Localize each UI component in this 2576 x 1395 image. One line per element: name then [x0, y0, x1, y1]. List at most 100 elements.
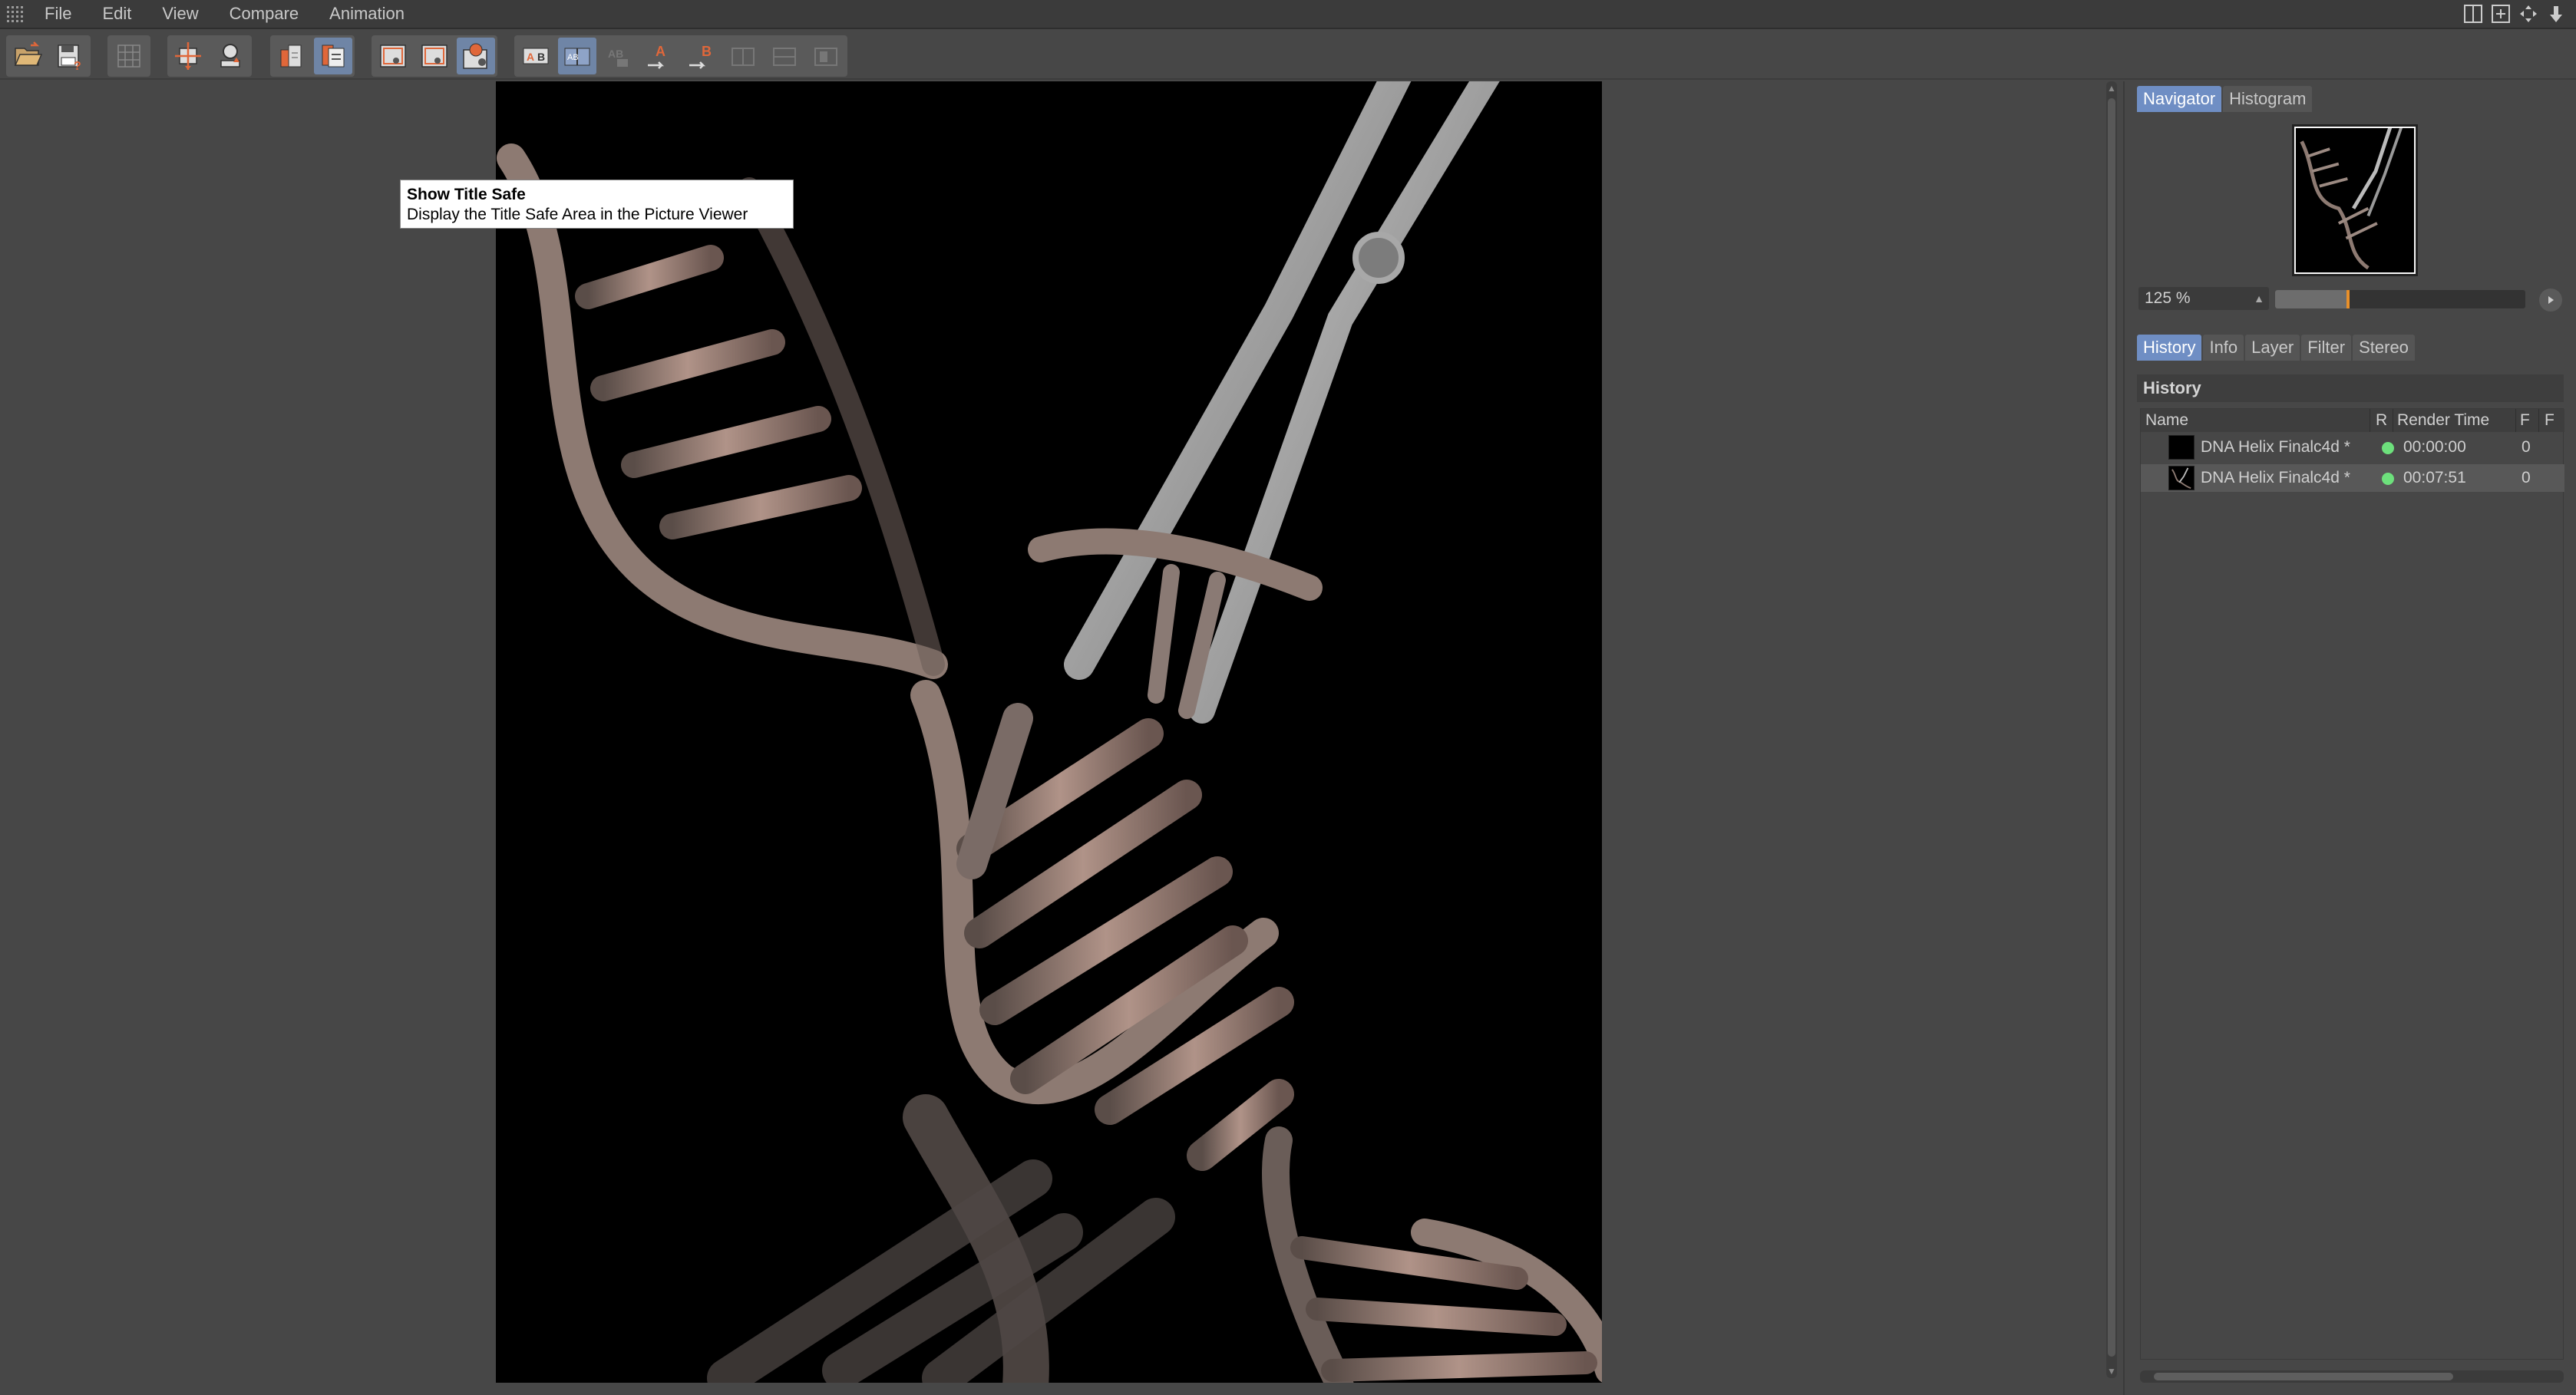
ab-overlay-icon: AB: [608, 48, 628, 67]
svg-text:A: A: [656, 44, 665, 59]
channel-button-1[interactable]: [272, 38, 311, 74]
history-row-thumbnail: [2168, 466, 2195, 490]
history-row-thumbnail: [2168, 435, 2195, 460]
history-horizontal-scrollbar[interactable]: [2140, 1370, 2564, 1383]
compare-ab-button[interactable]: AB: [517, 38, 555, 74]
svg-text:AB: AB: [567, 53, 579, 62]
tab-histogram[interactable]: Histogram: [2223, 86, 2313, 112]
column-render-time[interactable]: Render Time: [2397, 409, 2489, 432]
fit-view-button[interactable]: [170, 38, 208, 74]
svg-text:?: ?: [74, 60, 81, 73]
menu-edit[interactable]: Edit: [102, 4, 131, 24]
overlay-button[interactable]: [807, 38, 845, 74]
navigator-thumbnail[interactable]: [2292, 124, 2418, 276]
tab-layer[interactable]: Layer: [2245, 335, 2300, 361]
set-b-button[interactable]: B: [682, 38, 721, 74]
column-f[interactable]: F: [2520, 409, 2530, 432]
magnifier-icon: [220, 44, 240, 68]
svg-text:B: B: [702, 44, 712, 59]
info-tabs: History Info Layer Filter Stereo: [2137, 335, 2415, 361]
copy-layers-icon: [280, 45, 302, 68]
history-row-render-time: 00:00:00: [2403, 438, 2466, 456]
dna-helix-render: [496, 81, 1602, 1383]
move-icon[interactable]: [2518, 3, 2539, 25]
scroll-down-icon[interactable]: ▼: [2106, 1366, 2117, 1377]
menu-compare[interactable]: Compare: [230, 4, 299, 24]
history-table-header: Name R Render Time F F: [2141, 409, 2564, 432]
set-a-icon: A: [648, 44, 665, 69]
menu-animation[interactable]: Animation: [329, 4, 405, 24]
toolbar-group-view: [167, 35, 252, 77]
tab-stereo[interactable]: Stereo: [2353, 335, 2415, 361]
maximize-icon[interactable]: [2490, 3, 2512, 25]
channel-button-2[interactable]: [314, 38, 352, 74]
history-row[interactable]: DNA Helix Finalc4d * 00:00:00 0: [2141, 434, 2564, 461]
show-action-safe-button[interactable]: [415, 38, 454, 74]
dna-thumbnail-icon: [2171, 467, 2191, 490]
difference-icon: [773, 48, 796, 66]
tooltip: Show Title Safe Display the Title Safe A…: [400, 180, 794, 229]
svg-text:AB: AB: [608, 48, 623, 60]
history-row[interactable]: DNA Helix Finalc4d * 00:07:51 0: [2141, 464, 2564, 492]
compare-split-button[interactable]: AB: [558, 38, 596, 74]
history-title: History: [2137, 374, 2564, 402]
column-f-2[interactable]: F: [2545, 409, 2555, 432]
toolbar-group-channels: [270, 35, 355, 77]
grid-button[interactable]: [110, 38, 148, 74]
zoom-button[interactable]: [211, 38, 249, 74]
history-panel: History Name R Render Time F F DNA Helix…: [2137, 374, 2571, 1387]
set-b-icon: B: [689, 44, 712, 69]
svg-text:B: B: [537, 51, 545, 63]
tooltip-description: Display the Title Safe Area in the Pictu…: [407, 206, 748, 223]
swap-icon: [732, 48, 755, 66]
zoom-play-button[interactable]: [2539, 289, 2562, 312]
title-safe-icon: [463, 43, 487, 69]
navigator-preview-image: [2294, 127, 2416, 274]
save-disk-icon: ?: [58, 45, 81, 73]
tooltip-title: Show Title Safe: [407, 186, 526, 203]
tab-info[interactable]: Info: [2203, 335, 2244, 361]
open-button[interactable]: [8, 38, 47, 74]
scroll-up-icon[interactable]: ▲: [2106, 83, 2117, 94]
history-row-frames: 0: [2522, 469, 2531, 486]
swap-button[interactable]: [724, 38, 762, 74]
toolbar: ? AB AB AB A B: [0, 31, 2576, 80]
panel-layout-icon[interactable]: [2462, 3, 2484, 25]
viewer-vertical-scrollbar[interactable]: ▲ ▼: [2106, 81, 2117, 1378]
history-row-frames: 0: [2522, 438, 2531, 456]
zoom-slider-knob[interactable]: [2346, 290, 2350, 308]
column-name[interactable]: Name: [2145, 409, 2188, 432]
rendered-image[interactable]: [496, 81, 1602, 1383]
scrollbar-thumb[interactable]: [2154, 1373, 2453, 1380]
overlay-icon: [814, 48, 837, 66]
compare-overlay-button[interactable]: AB: [599, 38, 638, 74]
save-button[interactable]: ?: [50, 38, 88, 74]
layers-list-icon: [322, 45, 345, 68]
history-row-name: DNA Helix Finalc4d *: [2201, 469, 2350, 486]
difference-button[interactable]: [765, 38, 804, 74]
column-r[interactable]: R: [2376, 409, 2387, 432]
menu-view[interactable]: View: [162, 4, 198, 24]
tab-navigator[interactable]: Navigator: [2137, 86, 2222, 112]
show-safe-frame-button[interactable]: [374, 38, 412, 74]
spinner-arrows-icon[interactable]: ▲: [2254, 287, 2264, 310]
menu-file[interactable]: File: [45, 4, 71, 24]
tab-filter[interactable]: Filter: [2301, 335, 2352, 361]
app-grip-icon[interactable]: [6, 5, 25, 23]
set-a-button[interactable]: A: [641, 38, 679, 74]
scrollbar-thumb[interactable]: [2108, 98, 2115, 1357]
zoom-input[interactable]: 125 % ▲: [2138, 287, 2269, 310]
picture-viewer[interactable]: Show Title Safe Display the Title Safe A…: [0, 81, 2100, 1395]
svg-text:A: A: [527, 51, 534, 63]
menubar: File Edit View Compare Animation: [0, 0, 2576, 29]
right-panel: Navigator Histogram 125 % ▲ History Info…: [2123, 81, 2576, 1395]
safe-frame-icon: [380, 45, 406, 68]
zoom-slider[interactable]: [2275, 290, 2525, 308]
dock-down-icon[interactable]: [2545, 3, 2567, 25]
tab-history[interactable]: History: [2137, 335, 2202, 361]
play-arrow-icon: [2548, 296, 2554, 304]
zoom-slider-fill: [2275, 290, 2348, 308]
toolbar-group-compare: AB AB AB A B: [514, 35, 847, 77]
show-title-safe-button[interactable]: [457, 38, 495, 74]
split-view-icon: AB: [564, 48, 590, 66]
